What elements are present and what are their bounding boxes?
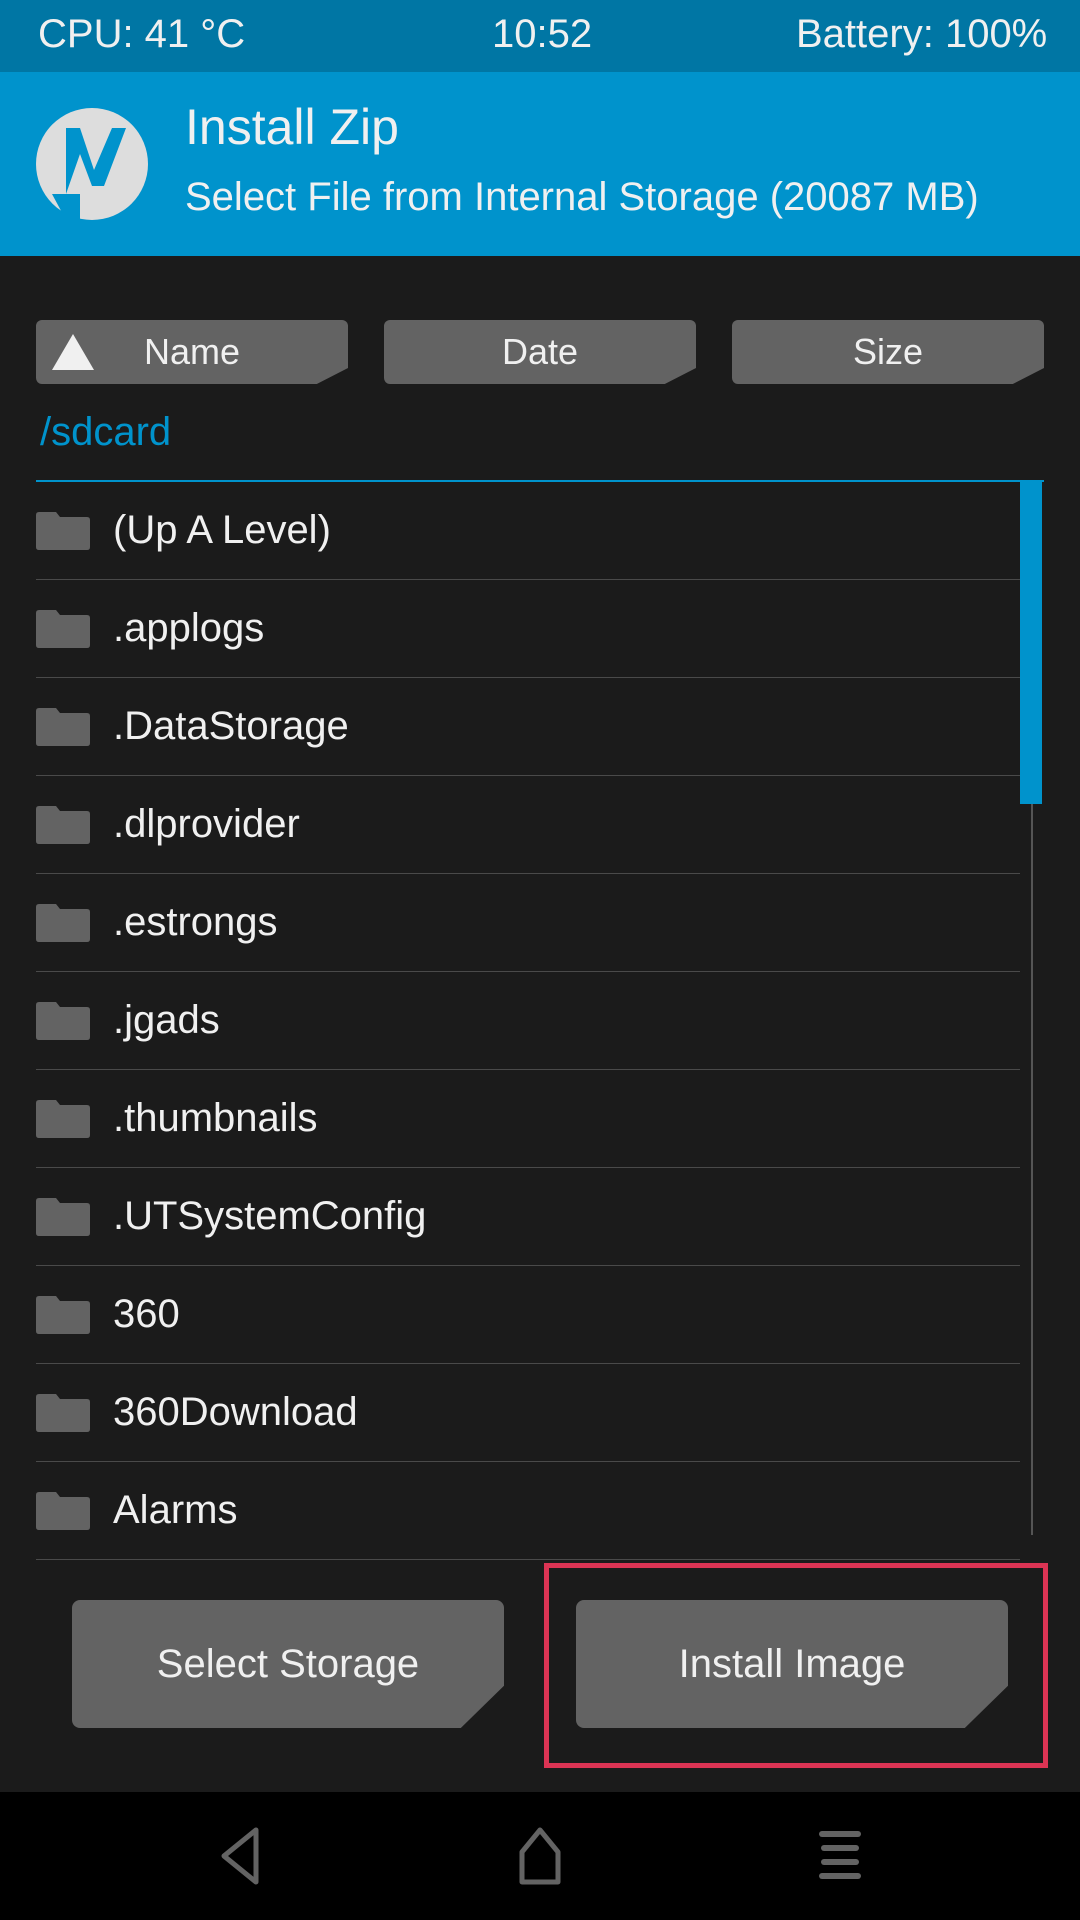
file-list-item[interactable]: .DataStorage xyxy=(36,678,1020,776)
folder-icon xyxy=(36,512,90,550)
folder-icon xyxy=(36,1492,90,1530)
file-list: (Up A Level) .applogs .DataStorage .dlprovi… xyxy=(36,482,1020,1560)
file-list-item[interactable]: .thumbnails xyxy=(36,1070,1020,1168)
battery: Battery: 100% xyxy=(796,12,1048,56)
file-name: .thumbnails xyxy=(113,1096,318,1140)
folder-icon xyxy=(36,1394,90,1432)
header: Install Zip Select File from Internal St… xyxy=(0,72,1080,256)
folder-icon xyxy=(36,904,90,942)
file-list-item[interactable]: .estrongs xyxy=(36,874,1020,972)
home-icon[interactable] xyxy=(514,1826,566,1886)
file-name: Alarms xyxy=(113,1488,238,1532)
file-list-item[interactable]: 360 xyxy=(36,1266,1020,1364)
clock: 10:52 xyxy=(492,12,593,56)
file-list-item[interactable]: .UTSystemConfig xyxy=(36,1168,1020,1266)
folder-icon xyxy=(36,1198,90,1236)
file-list-item[interactable]: .dlprovider xyxy=(36,776,1020,874)
file-list-item[interactable]: 360Download xyxy=(36,1364,1020,1462)
file-name: .applogs xyxy=(113,606,265,650)
page-subtitle: Select File from Internal Storage (20087… xyxy=(185,175,979,219)
file-list-item[interactable]: .jgads xyxy=(36,972,1020,1070)
folder-icon xyxy=(36,806,90,844)
sort-size-button[interactable]: Size xyxy=(732,320,1044,384)
file-list-item[interactable]: Alarms xyxy=(36,1462,1020,1560)
nav-bar xyxy=(0,1792,1080,1920)
file-name: .DataStorage xyxy=(113,704,349,748)
file-name: .jgads xyxy=(113,998,220,1042)
select-storage-button[interactable]: Select Storage xyxy=(72,1600,504,1728)
twrp-logo-icon xyxy=(36,108,148,220)
file-name: (Up A Level) xyxy=(113,508,331,552)
sort-name-label: Name xyxy=(143,331,241,372)
folder-icon xyxy=(36,1100,90,1138)
cpu-temp: CPU: 41 °C xyxy=(38,12,246,56)
file-list-item[interactable]: (Up A Level) xyxy=(36,482,1020,580)
back-icon[interactable] xyxy=(216,1826,268,1886)
file-name: .UTSystemConfig xyxy=(113,1194,427,1238)
folder-icon xyxy=(36,1296,90,1334)
menu-icon[interactable] xyxy=(814,1826,866,1886)
status-bar: CPU: 41 °C 10:52 Battery: 100% xyxy=(0,0,1080,72)
sort-size-label: Size xyxy=(852,331,924,372)
file-name: 360Download xyxy=(113,1390,358,1434)
folder-icon xyxy=(36,610,90,648)
file-name: 360 xyxy=(113,1292,180,1336)
sort-name-button[interactable]: Name xyxy=(36,320,348,384)
file-list-item[interactable]: .applogs xyxy=(36,580,1020,678)
current-path: /sdcard xyxy=(40,410,172,454)
highlight-box xyxy=(544,1563,1048,1768)
sort-date-label: Date xyxy=(501,331,579,372)
file-name: .dlprovider xyxy=(113,802,300,846)
scrollbar-thumb[interactable] xyxy=(1020,482,1042,804)
folder-icon xyxy=(36,708,90,746)
folder-icon xyxy=(36,1002,90,1040)
sort-date-button[interactable]: Date xyxy=(384,320,696,384)
page-title: Install Zip xyxy=(185,99,399,155)
file-name: .estrongs xyxy=(113,900,278,944)
sort-ascending-icon xyxy=(52,334,94,370)
